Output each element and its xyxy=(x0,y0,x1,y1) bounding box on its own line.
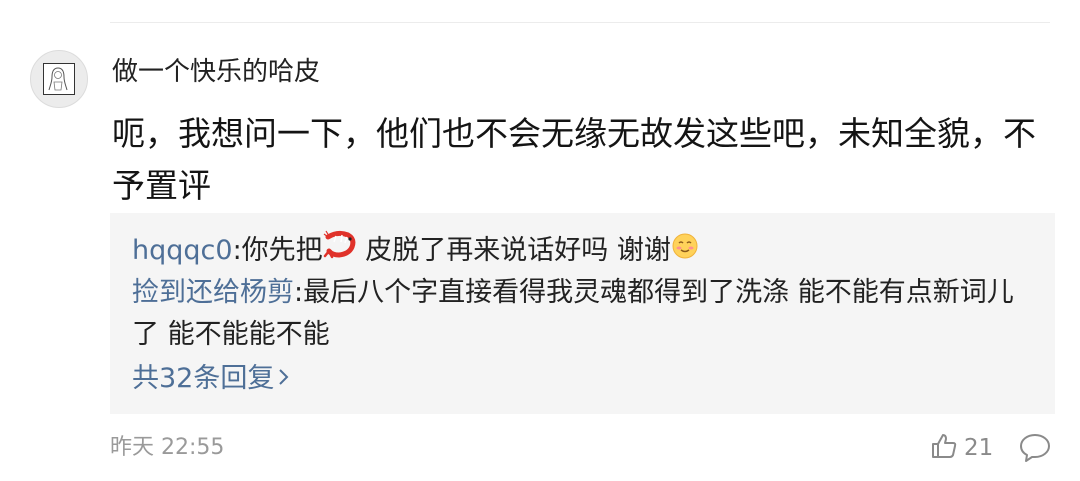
comment-timestamp: 昨天 22:55 xyxy=(110,435,225,460)
like-button[interactable]: 21 xyxy=(930,430,993,466)
shrimp-emoji-icon xyxy=(323,230,357,273)
comment-bubble-icon xyxy=(1018,434,1052,468)
top-divider xyxy=(110,22,1050,23)
user-avatar[interactable] xyxy=(30,50,88,108)
more-replies-label: 共32条回复 xyxy=(132,363,275,394)
reply-separator: : xyxy=(232,235,242,266)
avatar-sketch-icon xyxy=(43,63,75,95)
reply-text: 你先把 xyxy=(241,235,323,266)
reply-separator: : xyxy=(294,277,304,308)
reply-preview-box[interactable]: hqqqc0:你先把 皮脱了再来说话好吗 谢谢 捡到还给杨剪:最后八个字直接看得… xyxy=(110,213,1055,414)
blush-emoji-icon xyxy=(671,231,699,273)
reply-item: 捡到还给杨剪:最后八个字直接看得我灵魂都得到了洗涤 能不能有点新词儿了 能不能能… xyxy=(132,272,1037,356)
reply-username[interactable]: 捡到还给杨剪 xyxy=(132,277,294,308)
comment-username[interactable]: 做一个快乐的哈皮 xyxy=(112,52,320,92)
comment-text: 呃，我想问一下，他们也不会无缘无故发这些吧，未知全貌，不予置评 xyxy=(112,114,1036,205)
like-count: 21 xyxy=(964,435,994,461)
reply-username[interactable]: hqqqc0 xyxy=(132,235,233,266)
reply-text-continued: 皮脱了再来说话好吗 谢谢 xyxy=(356,235,671,266)
reply-item: hqqqc0:你先把 皮脱了再来说话好吗 谢谢 xyxy=(132,230,699,273)
thumbs-up-icon xyxy=(930,432,958,464)
reply-comment-button[interactable] xyxy=(1018,432,1052,464)
chevron-right-icon xyxy=(278,358,290,400)
view-all-replies-link[interactable]: 共32条回复 xyxy=(132,358,290,400)
